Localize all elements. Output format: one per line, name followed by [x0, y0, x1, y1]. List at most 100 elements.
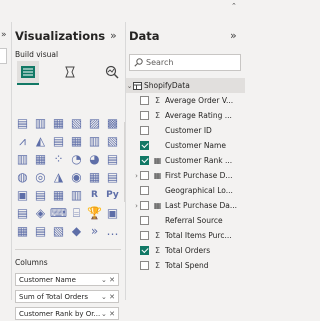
field-label: Total Orders: [165, 246, 211, 255]
field-label: First Purchase D...: [165, 171, 233, 180]
well-item-controls[interactable]: ⌄ ✕: [101, 291, 118, 302]
visual-type-icon[interactable]: ▦: [33, 152, 48, 167]
field-checkbox[interactable]: [140, 126, 149, 135]
columns-well-item[interactable]: Customer Name ⌄ ✕: [15, 273, 119, 286]
field-label: Last Purchase Da...: [165, 201, 237, 210]
field-checkbox[interactable]: [140, 246, 149, 255]
viz-scrollbar[interactable]: [124, 122, 125, 202]
columns-well-item[interactable]: Sum of Total Orders ⌄ ✕: [15, 290, 119, 303]
visual-type-icon[interactable]: ▧: [105, 134, 120, 149]
visual-type-icon[interactable]: ▧: [69, 116, 84, 131]
visual-type-icon[interactable]: ▥: [69, 188, 84, 203]
visual-type-icon[interactable]: ⩘: [15, 134, 30, 149]
field-label: Customer ID: [165, 126, 212, 135]
visual-type-icon[interactable]: ▦: [15, 224, 30, 239]
well-item-controls[interactable]: ⌄ ✕: [101, 274, 118, 285]
visual-type-icon[interactable]: ⁘: [51, 152, 66, 167]
build-visual-label: Build visual: [15, 50, 59, 59]
visual-type-icon[interactable]: ▤: [15, 116, 30, 131]
field-checkbox[interactable]: [140, 141, 149, 150]
columns-well-item[interactable]: Customer Rank by Or... ⌄ ✕: [15, 307, 119, 320]
visual-type-icon[interactable]: ▧: [51, 224, 66, 239]
visual-type-icon[interactable]: ▥: [33, 116, 48, 131]
visual-type-icon[interactable]: ◍: [15, 170, 30, 185]
field-checkbox[interactable]: [140, 111, 149, 120]
field-label: Geographical Lo...: [165, 186, 233, 195]
visual-type-icon[interactable]: ▤: [51, 134, 66, 149]
visual-type-icon[interactable]: ⌸: [69, 206, 84, 221]
chevron-down-icon[interactable]: ⌄: [126, 82, 133, 90]
search-placeholder: Search: [146, 58, 174, 67]
well-item-controls[interactable]: ⌄ ✕: [101, 308, 118, 319]
visual-type-icon[interactable]: ◎: [33, 170, 48, 185]
analytics-tab-icon[interactable]: [101, 61, 123, 83]
visual-type-icon[interactable]: ▣: [105, 206, 120, 221]
field-row[interactable]: Referral Source: [126, 213, 245, 228]
field-row[interactable]: › ▦ Last Purchase Da...: [126, 198, 245, 213]
field-row[interactable]: Σ Total Items Purc...: [126, 228, 245, 243]
visual-type-icon[interactable]: ▨: [87, 116, 102, 131]
visual-type-icon[interactable]: ▥: [15, 152, 30, 167]
visual-type-icon[interactable]: ◆: [69, 224, 84, 239]
data-collapse-icon[interactable]: »: [230, 29, 237, 42]
filters-collapse-icon[interactable]: »: [1, 30, 7, 40]
field-checkbox[interactable]: [140, 261, 149, 270]
field-row[interactable]: ▦ Customer Rank ...: [126, 153, 245, 168]
chevron-right-icon[interactable]: ›: [133, 172, 140, 180]
visual-type-icon[interactable]: Py: [105, 188, 120, 203]
field-checkbox[interactable]: [140, 216, 149, 225]
visual-type-icon[interactable]: ▤: [105, 170, 120, 185]
data-pane: Data » Search ⌄ ShopifyData Σ Average Ord…: [126, 22, 245, 300]
field-row[interactable]: › ▦ First Purchase D...: [126, 168, 245, 183]
visual-type-icon[interactable]: ◕: [87, 152, 102, 167]
visual-type-icon[interactable]: R: [87, 188, 102, 203]
visual-type-icon[interactable]: ▤: [33, 224, 48, 239]
field-row[interactable]: Geographical Lo...: [126, 183, 245, 198]
data-search-input[interactable]: Search: [129, 54, 241, 71]
sigma-icon: Σ: [154, 246, 161, 255]
visual-type-icon[interactable]: ▩: [105, 116, 120, 131]
visualizations-collapse-icon[interactable]: »: [110, 29, 117, 42]
visual-type-icon[interactable]: ◈: [33, 206, 48, 221]
visual-type-icon[interactable]: ▤: [33, 188, 48, 203]
visualizations-title: Visualizations: [15, 29, 106, 43]
field-checkbox[interactable]: [140, 96, 149, 105]
visual-type-icon[interactable]: ▦: [51, 116, 66, 131]
visual-type-icon[interactable]: ▤: [15, 206, 30, 221]
table-row-shopifydata[interactable]: ⌄ ShopifyData: [126, 78, 245, 93]
field-row[interactable]: Σ Average Order V...: [126, 93, 245, 108]
field-checkbox[interactable]: [140, 156, 149, 165]
visual-type-icon[interactable]: ◉: [69, 170, 84, 185]
visual-type-icon[interactable]: ▦: [51, 188, 66, 203]
collapse-ribbon-icon[interactable]: ⌃: [231, 3, 239, 10]
field-checkbox[interactable]: [140, 231, 149, 240]
search-icon: [134, 58, 143, 67]
visual-type-icon[interactable]: ▥: [87, 134, 102, 149]
data-pane-title: Data: [129, 29, 160, 43]
visual-type-icon[interactable]: ▦: [87, 170, 102, 185]
field-checkbox[interactable]: [140, 186, 149, 195]
well-item-label: Customer Name: [19, 276, 76, 284]
visual-type-icon[interactable]: ◔: [69, 152, 84, 167]
visual-type-icon[interactable]: ⌨: [50, 206, 67, 221]
visual-type-icon[interactable]: ▣: [15, 188, 30, 203]
field-row[interactable]: Σ Average Rating ...: [126, 108, 245, 123]
visual-type-icon[interactable]: ◭: [33, 134, 48, 149]
format-visual-tab-icon[interactable]: [59, 61, 81, 83]
field-checkbox[interactable]: [140, 201, 149, 210]
field-row[interactable]: Customer ID: [126, 123, 245, 138]
visual-type-icon[interactable]: ▦: [69, 134, 84, 149]
visual-type-icon[interactable]: 🏆: [87, 206, 102, 221]
sigma-icon: Σ: [154, 261, 161, 270]
visual-type-icon[interactable]: »: [87, 224, 102, 239]
chevron-right-icon[interactable]: ›: [133, 202, 140, 210]
visual-type-icon[interactable]: ◮: [51, 170, 66, 185]
sigma-icon: Σ: [154, 111, 161, 120]
visual-type-icon[interactable]: …: [105, 224, 120, 239]
field-row[interactable]: Customer Name: [126, 138, 245, 153]
field-checkbox[interactable]: [140, 171, 149, 180]
build-visual-tab-icon[interactable]: [17, 61, 39, 85]
visual-type-icon[interactable]: ▤: [105, 152, 120, 167]
field-row[interactable]: Σ Total Orders: [126, 243, 245, 258]
field-row[interactable]: Σ Total Spend: [126, 258, 245, 273]
